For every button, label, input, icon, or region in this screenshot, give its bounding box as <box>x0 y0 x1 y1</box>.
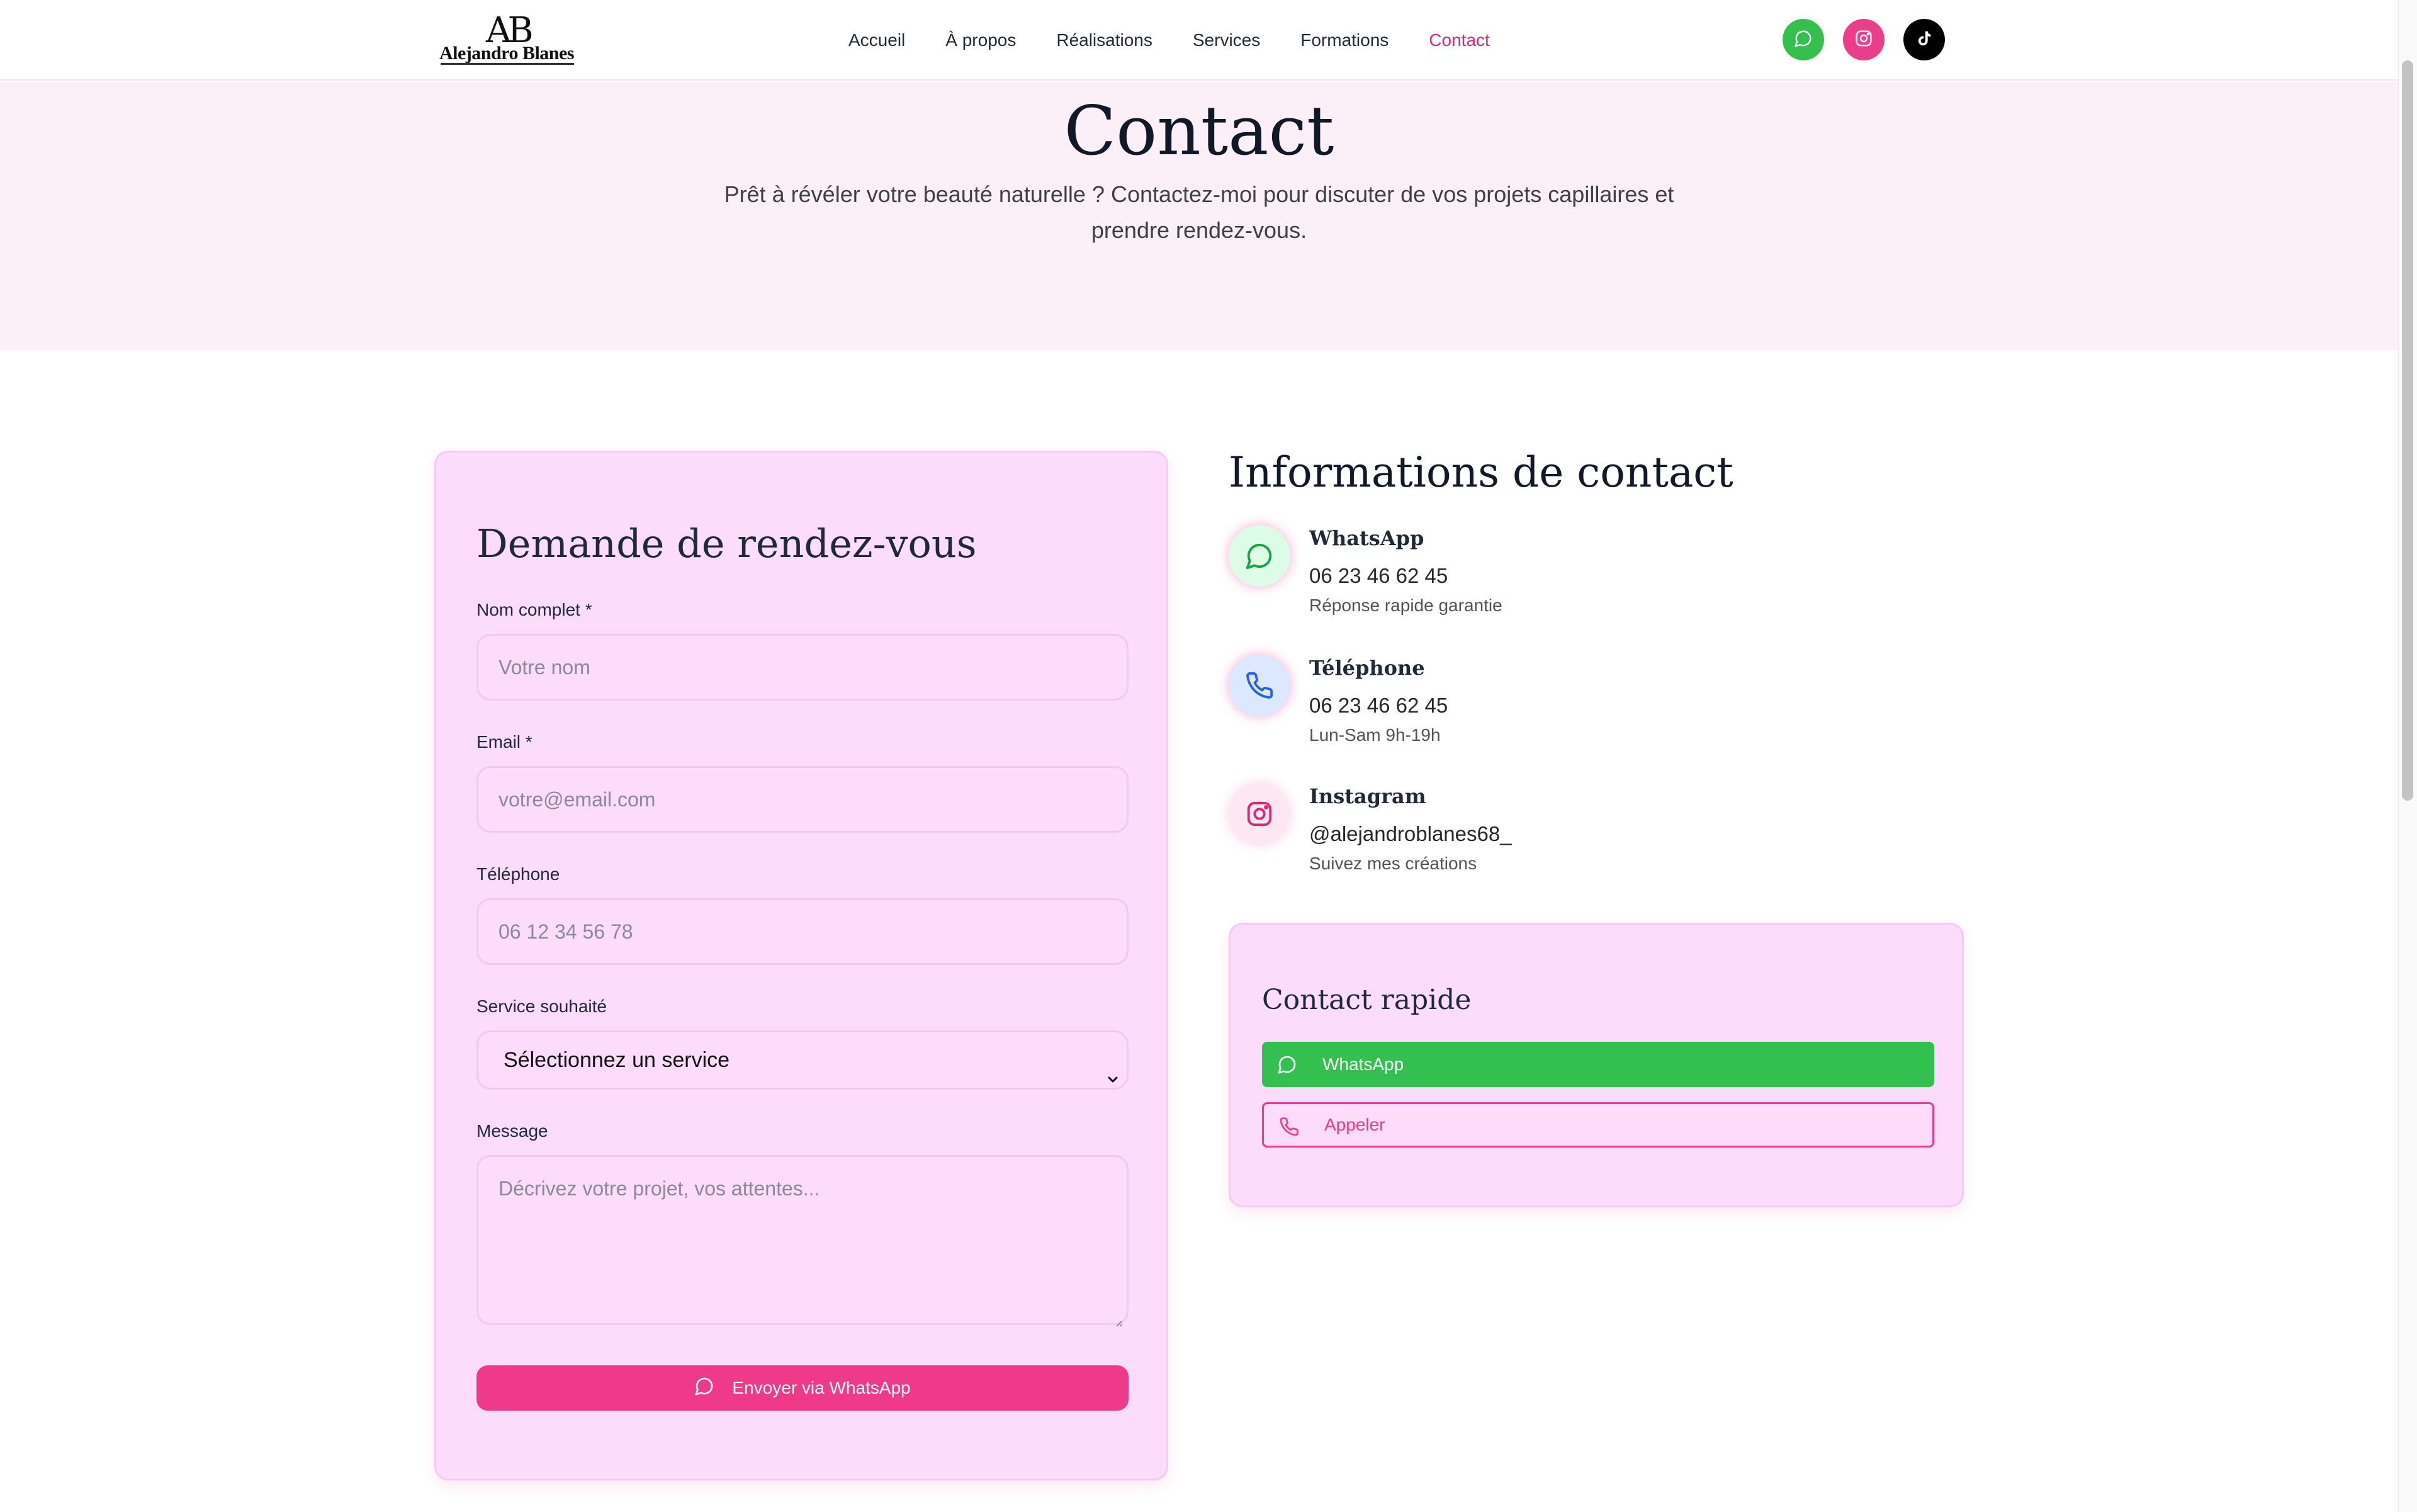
phone-input[interactable]: 06 12 34 56 78 <box>476 898 1129 965</box>
chevron-down-icon <box>1105 1052 1120 1083</box>
quick-contact-card: Contact rapide WhatsApp Appeler <box>1229 923 1964 1207</box>
logo-name: Alejandro Blanes <box>439 43 574 64</box>
info-value-instagram[interactable]: @alejandroblanes68_ <box>1309 822 1512 846</box>
whatsapp-icon <box>1229 525 1290 587</box>
instagram-icon <box>1229 783 1290 845</box>
info-name-instagram: Instagram <box>1309 784 1426 808</box>
hero-section: Contact Prêt à révéler votre beauté natu… <box>0 82 2398 350</box>
quick-whatsapp-label: WhatsApp <box>1322 1054 1404 1074</box>
page: AB Alejandro Blanes Accueil À propos Réa… <box>0 0 2398 1512</box>
email-input[interactable]: votre@email.com <box>476 766 1129 833</box>
nav-link-realisations[interactable]: Réalisations <box>1056 28 1152 53</box>
info-item-phone: Téléphone 06 23 46 62 45 Lun-Sam 9h-19h <box>1229 655 1795 762</box>
tiktok-icon <box>1915 29 1934 51</box>
appointment-form-card: Demande de rendez-vous Nom complet * Vot… <box>434 451 1168 1481</box>
whatsapp-social-button[interactable] <box>1783 19 1824 60</box>
service-select-value: Sélectionnez un service <box>504 1048 730 1072</box>
phone-field-label: Téléphone <box>476 864 560 884</box>
info-value-whatsapp[interactable]: 06 23 46 62 45 <box>1309 564 1448 588</box>
contact-info-title: Informations de contact <box>1229 448 1733 497</box>
info-note-phone: Lun-Sam 9h-19h <box>1309 725 1441 745</box>
service-select[interactable]: Sélectionnez un service <box>476 1030 1129 1090</box>
service-field-label: Service souhaité <box>476 996 607 1016</box>
brand-logo[interactable]: AB Alejandro Blanes <box>439 10 578 67</box>
instagram-social-button[interactable] <box>1843 19 1885 60</box>
send-button-label: Envoyer via WhatsApp <box>732 1378 911 1397</box>
scrollbar-thumb[interactable] <box>2402 60 2413 801</box>
nav-link-accueil[interactable]: Accueil <box>848 28 905 53</box>
top-navbar: AB Alejandro Blanes Accueil À propos Réa… <box>0 0 2398 81</box>
form-title: Demande de rendez-vous <box>476 521 977 567</box>
resize-handle-icon[interactable] <box>1113 1309 1123 1327</box>
info-value-phone[interactable]: 06 23 46 62 45 <box>1309 694 1448 718</box>
nav-link-services[interactable]: Services <box>1193 28 1260 53</box>
message-circle-icon <box>694 1376 714 1401</box>
quick-contact-title: Contact rapide <box>1262 984 1472 1016</box>
message-textarea[interactable]: Décrivez votre projet, vos attentes... <box>476 1155 1129 1327</box>
info-name-phone: Téléphone <box>1309 656 1425 680</box>
nav-link-a-propos[interactable]: À propos <box>945 28 1016 53</box>
name-input[interactable]: Votre nom <box>476 634 1129 701</box>
info-item-instagram: Instagram @alejandroblanes68_ Suivez mes… <box>1229 783 1795 890</box>
main-menu: Accueil À propos Réalisations Services F… <box>848 28 1490 53</box>
name-field-label: Nom complet * <box>476 600 592 619</box>
info-note-whatsapp: Réponse rapide garantie <box>1309 595 1502 615</box>
instagram-icon <box>1854 29 1873 51</box>
nav-link-formations[interactable]: Formations <box>1300 28 1389 53</box>
quick-whatsapp-button[interactable]: WhatsApp <box>1262 1042 1934 1087</box>
phone-icon <box>1229 655 1290 716</box>
hero-subtitle: Prêt à révéler votre beauté naturelle ? … <box>724 181 1674 243</box>
message-placeholder: Décrivez votre projet, vos attentes... <box>499 1177 820 1200</box>
email-field-label: Email * <box>476 732 532 752</box>
tiktok-social-button[interactable] <box>1903 19 1945 60</box>
info-name-whatsapp: WhatsApp <box>1309 526 1424 550</box>
logo-underline <box>441 63 574 65</box>
message-field-label: Message <box>476 1121 548 1141</box>
info-note-instagram: Suivez mes créations <box>1309 854 1477 873</box>
quick-call-label: Appeler <box>1324 1115 1385 1134</box>
send-whatsapp-button[interactable]: Envoyer via WhatsApp <box>476 1365 1129 1411</box>
nav-link-contact[interactable]: Contact <box>1429 28 1490 53</box>
quick-call-button[interactable]: Appeler <box>1262 1102 1934 1148</box>
whatsapp-icon <box>1794 29 1813 51</box>
info-item-whatsapp: WhatsApp 06 23 46 62 45 Réponse rapide g… <box>1229 525 1795 632</box>
page-title: Contact <box>1064 92 1334 171</box>
